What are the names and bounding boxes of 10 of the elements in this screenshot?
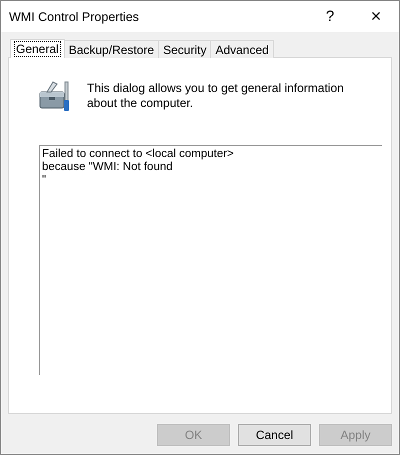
tab[interactable]: General (10, 39, 65, 58)
description-text: This dialog allows you to get general information about the computer. (87, 81, 345, 111)
tab[interactable]: Advanced (210, 40, 274, 58)
status-text-box: Failed to connect to <local computer> because "WMI: Not found " (39, 145, 382, 375)
close-button[interactable]: × (353, 1, 399, 32)
dialog-button[interactable]: Cancel (238, 424, 311, 446)
tab[interactable]: Backup/Restore (64, 40, 160, 58)
tab[interactable]: Security (158, 40, 212, 58)
help-button[interactable]: ? (307, 1, 353, 32)
window-title: WMI Control Properties (9, 10, 140, 24)
